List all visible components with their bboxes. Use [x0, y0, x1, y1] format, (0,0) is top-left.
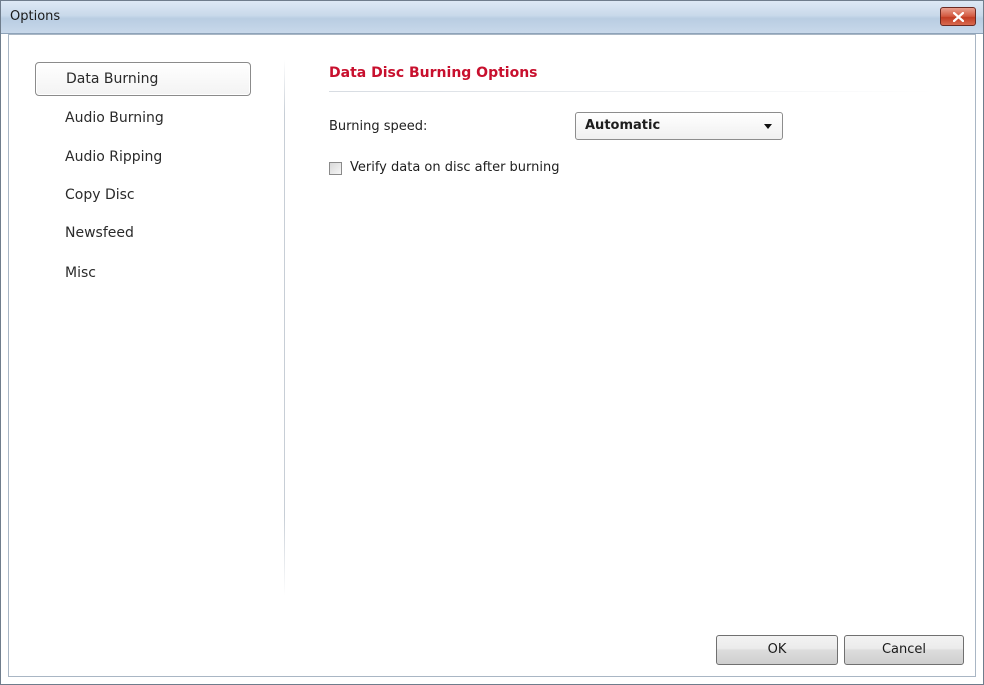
sidebar-item-audio-ripping[interactable]: Audio Ripping — [35, 140, 251, 174]
sidebar-item-copy-disc[interactable]: Copy Disc — [35, 178, 251, 212]
verify-data-checkbox[interactable] — [329, 162, 342, 175]
section-title: Data Disc Burning Options — [329, 65, 538, 81]
close-button[interactable] — [940, 7, 976, 26]
sidebar-divider — [284, 60, 285, 596]
options-sidebar: Data Burning Audio Burning Audio Ripping… — [9, 35, 284, 596]
dialog-content: Data Burning Audio Burning Audio Ripping… — [8, 34, 976, 677]
cancel-button[interactable]: Cancel — [844, 635, 964, 665]
chevron-down-icon — [764, 124, 772, 129]
title-bar[interactable]: Options — [1, 1, 983, 34]
sidebar-item-data-burning[interactable]: Data Burning — [35, 62, 251, 96]
close-icon — [953, 12, 964, 22]
window-title: Options — [10, 9, 61, 24]
sidebar-item-misc[interactable]: Misc — [35, 256, 251, 290]
sidebar-item-audio-burning[interactable]: Audio Burning — [35, 101, 251, 135]
burning-speed-value: Automatic — [585, 118, 661, 133]
burning-speed-dropdown[interactable]: Automatic — [575, 112, 783, 140]
options-dialog: Options Data Burning Audio Burning Audio… — [0, 0, 984, 685]
sidebar-item-newsfeed[interactable]: Newsfeed — [35, 216, 251, 250]
section-divider — [329, 91, 934, 92]
verify-data-label[interactable]: Verify data on disc after burning — [350, 160, 560, 175]
ok-button[interactable]: OK — [716, 635, 838, 665]
burning-speed-label: Burning speed: — [329, 119, 428, 134]
